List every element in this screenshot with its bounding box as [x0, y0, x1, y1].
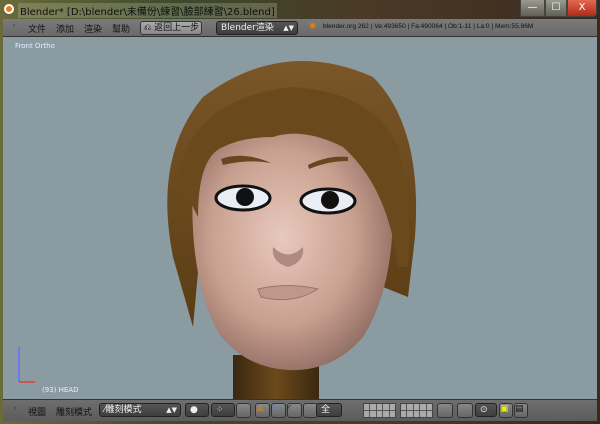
undo-icon: ⎌: [144, 23, 152, 33]
menu-add[interactable]: 添加: [56, 22, 74, 35]
pupil-left: [236, 188, 254, 206]
layers-grid-2[interactable]: [400, 403, 433, 418]
transform-orientation-select[interactable]: 全: [316, 403, 342, 417]
minimize-button[interactable]: —: [520, 0, 545, 17]
menu-file[interactable]: 文件: [28, 22, 46, 35]
info-header: ◦ 文件 添加 渲染 幫助 ⎌ 返回上一步 Blender渲染 ▲▼ ✺ blen…: [3, 19, 597, 37]
menu-help[interactable]: 幫助: [112, 22, 130, 35]
mode-value: 雕刻模式: [105, 405, 142, 415]
editor-type-icon[interactable]: ◦: [13, 405, 17, 413]
title-bar: Blender* [D:\blender\未備份\練習\臉部練習\26.blen…: [0, 0, 600, 19]
pivot-select[interactable]: ⁘: [211, 403, 235, 417]
menu-render[interactable]: 渲染: [84, 22, 102, 35]
lock-camera-icon[interactable]: [437, 403, 453, 418]
render-animation-icon[interactable]: ▤: [514, 403, 528, 418]
layer-toggle-button[interactable]: [236, 403, 251, 418]
close-button[interactable]: X: [567, 0, 597, 17]
render-engine-value: Blender渲染: [221, 23, 274, 33]
snap-select[interactable]: ⊙: [475, 403, 497, 417]
window-title: Blender* [D:\blender\未備份\練習\臉部練習\26.blen…: [18, 3, 277, 18]
updown-icon: ▲▼: [283, 24, 294, 32]
translate-icon[interactable]: ↗: [271, 403, 286, 418]
head-model: [18, 61, 417, 399]
pivot-icon: ⁘: [216, 405, 224, 415]
menu-view[interactable]: 視圖: [28, 405, 46, 418]
maximize-button[interactable]: ☐: [545, 0, 567, 17]
manipulator-icon[interactable]: ⟁: [255, 403, 270, 418]
orientation-value: 全: [321, 405, 331, 415]
snap-icon: ⊙: [480, 405, 488, 415]
editor-type-icon[interactable]: ◦: [12, 22, 16, 30]
menu-sculpt[interactable]: 雕刻模式: [56, 405, 92, 418]
proportional-edit-icon[interactable]: [457, 403, 473, 418]
undo-button[interactable]: ⎌ 返回上一步: [140, 21, 202, 35]
sphere-icon: ●: [190, 405, 198, 415]
render-opengl-icon[interactable]: ▣: [499, 403, 513, 418]
axis-gizmo: [18, 347, 35, 383]
blender-logo-icon: [4, 4, 14, 14]
render-engine-select[interactable]: Blender渲染 ▲▼: [216, 21, 298, 35]
layers-grid-1[interactable]: [363, 403, 396, 418]
shading-select[interactable]: ●: [185, 403, 209, 417]
rotate-icon[interactable]: ◜: [287, 403, 302, 418]
scene-stats: blender.org 262 | Ve:493650 | Fa:490064 …: [323, 23, 534, 30]
3d-view-header: ◦ 視圖 雕刻模式 ⁄雕刻模式 ▲▼ ● ⁘ ⟁ ↗ ◜ 全 ⊙ ▣ ▤: [3, 399, 597, 421]
active-object-label: (93) HEAD: [42, 386, 79, 394]
mode-select[interactable]: ⁄雕刻模式 ▲▼: [99, 403, 181, 417]
blender-logo-icon: ✺: [309, 22, 317, 32]
updown-icon: ▲▼: [166, 406, 177, 414]
blender-window: Blender* [D:\blender\未備份\練習\臉部練習\26.blen…: [0, 0, 600, 424]
3d-viewport[interactable]: Front Ortho (93) HEAD: [3, 37, 597, 399]
undo-label: 返回上一步: [154, 23, 200, 33]
pupil-right: [321, 191, 339, 209]
